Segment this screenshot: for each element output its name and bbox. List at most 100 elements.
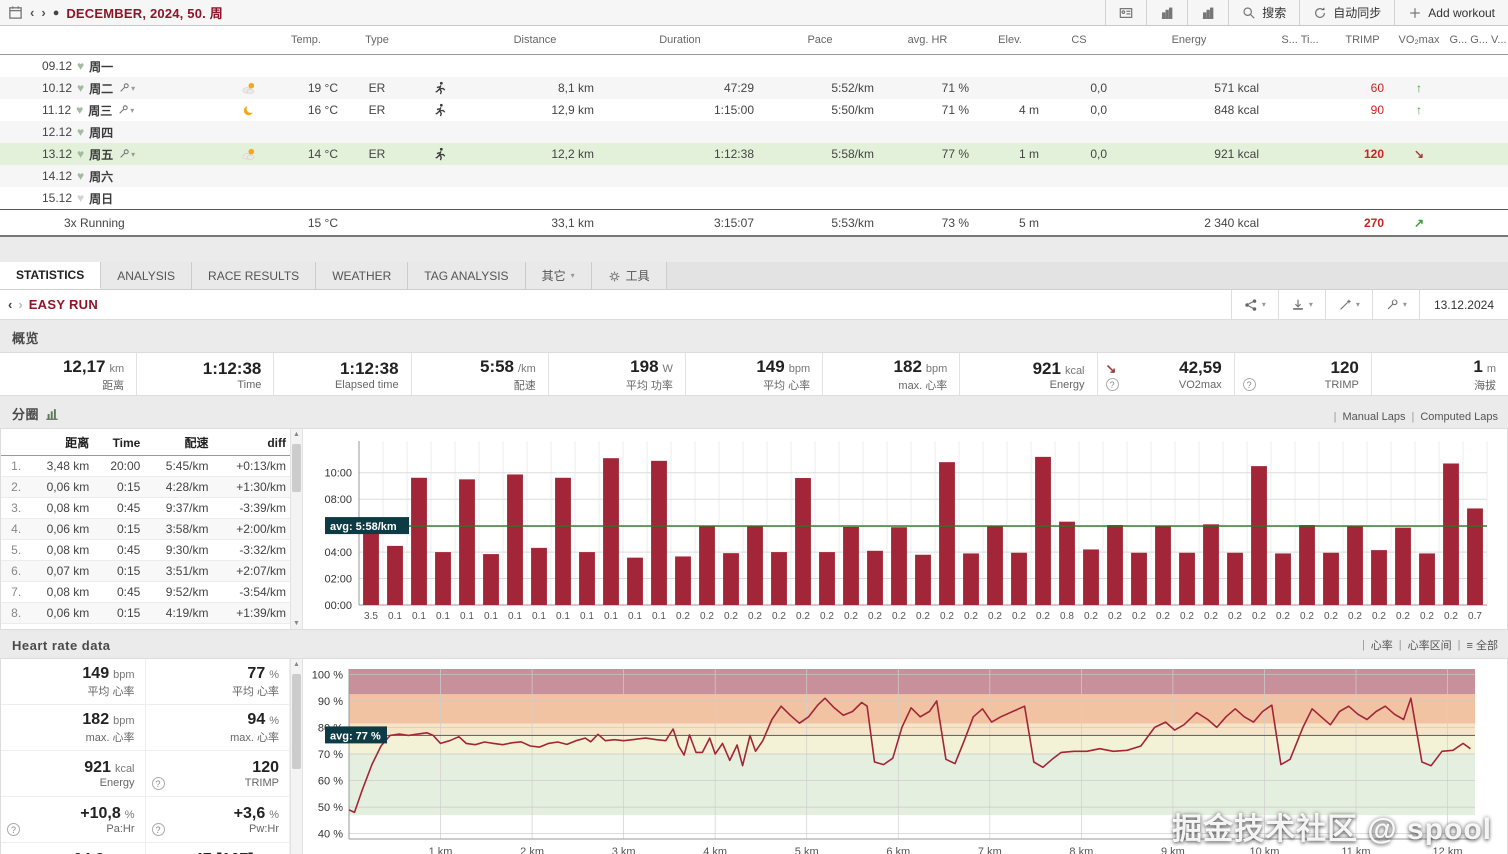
help-icon[interactable]: ? [1106,378,1119,391]
edit-workout-button[interactable]: ▾ [118,148,135,160]
lap-row[interactable]: 2.0,06 km0:154:28/km+1:30/km [1,477,290,498]
energy-cell: 2 340 kcal [1113,216,1265,230]
calendar-icon[interactable] [8,5,23,20]
laps-scrollbar[interactable]: ▲ ▼ [290,429,303,629]
lap-diff: -3:39/km [212,498,290,519]
health-heart-icon[interactable]: ♥ [77,125,84,139]
row-date[interactable]: 11.12 [42,103,71,117]
link-心率[interactable]: 心率 [1371,637,1393,653]
tab-其它[interactable]: 其它▾ [526,262,592,289]
week-table-row[interactable]: 10.12♥周二▾ 19 °C ER 8,1 km 47:29 5:52/km … [0,77,1508,99]
laps-col-header: 距离 [25,429,93,456]
lap-row[interactable]: 4.0,06 km0:153:58/km+2:00/km [1,519,290,540]
lap-row[interactable]: 8.0,06 km0:154:19/km+1:39/km [1,603,290,624]
hr-scrollbar[interactable]: ▲ ▼ [290,659,303,854]
svg-text:0.2: 0.2 [916,611,930,622]
help-icon[interactable]: ? [7,823,20,836]
stat-value: 120 [252,759,279,777]
health-heart-icon[interactable]: ♥ [77,81,84,95]
scroll-up-icon[interactable]: ▲ [291,431,302,438]
prev-activity-button[interactable]: ‹ [8,297,12,312]
tab-analysis[interactable]: ANALYSIS [101,262,192,289]
row-date[interactable]: 09.12 [42,59,72,73]
svg-text:0.1: 0.1 [388,611,402,622]
next-week-button[interactable]: › [41,5,45,20]
elev-cell: 5 m [975,216,1045,230]
lap-row[interactable]: 3.0,08 km0:459:37/km-3:39/km [1,498,290,519]
duration-cell: 47:29 [600,81,760,95]
edit-workout-button[interactable]: ▾ [118,82,135,94]
week-table-row[interactable]: 15.12♥周日 [0,187,1508,209]
help-icon[interactable]: ? [152,823,165,836]
column-header: VO₂max [1390,34,1448,46]
svg-text:0.2: 0.2 [844,611,858,622]
tab-statistics[interactable]: STATISTICS [0,262,101,289]
lap-row[interactable]: 5.0,08 km0:459:30/km-3:32/km [1,540,290,561]
svg-text:0.2: 0.2 [724,611,738,622]
auto-sync-button[interactable]: 自动同步 [1299,0,1394,25]
tab-tag-analysis[interactable]: TAG ANALYSIS [408,262,525,289]
health-heart-icon[interactable]: ♥ [77,59,84,73]
stat-unit: km [110,363,125,375]
sport-cell[interactable] [410,81,470,96]
lap-row[interactable]: 1.3,48 km20:005:45/km+0:13/km [1,456,290,477]
current-period-icon[interactable]: ● [53,7,60,19]
next-activity-button[interactable]: › [18,297,22,312]
lap-row[interactable]: 7.0,08 km0:459:52/km-3:54/km [1,582,290,603]
sport-cell[interactable] [410,147,470,162]
add-workout-button[interactable]: Add workout [1394,0,1508,25]
week-table-row[interactable]: 09.12♥周一 [0,55,1508,77]
scroll-up-icon[interactable]: ▲ [291,661,302,668]
share-button[interactable]: ▾ [1231,290,1278,319]
week-table-row[interactable]: 12.12♥周四 [0,121,1508,143]
link-manual-laps[interactable]: Manual Laps [1342,411,1405,423]
health-heart-icon[interactable]: ♥ [77,147,84,161]
help-icon[interactable]: ? [152,777,165,790]
svg-text:0.2: 0.2 [1156,611,1170,622]
link-computed-laps[interactable]: Computed Laps [1420,411,1498,423]
lap-number: 6. [1,561,25,582]
wand-button[interactable]: ▾ [1325,290,1372,319]
lap-number: 3. [1,498,25,519]
lap-row[interactable]: 6.0,07 km0:153:51/km+2:07/km [1,561,290,582]
health-heart-icon[interactable]: ♥ [76,103,83,117]
tab-weather[interactable]: WEATHER [316,262,408,289]
week-table-row[interactable]: 11.12♥周三▾ 16 °C ER 12,9 km 1:15:00 5:50/… [0,99,1508,121]
download-button[interactable]: ▾ [1278,290,1325,319]
edit-workout-button[interactable]: ▾ [117,104,134,116]
link-全部[interactable]: ≡ 全部 [1467,637,1498,653]
row-date[interactable]: 12.12 [42,125,72,139]
svg-text:0.7: 0.7 [1468,611,1482,622]
view-card-button[interactable] [1105,0,1146,25]
stat-unit: bpm [926,363,947,375]
wrench-button[interactable]: ▾ [1372,290,1419,319]
weekly-chart-button[interactable] [1146,0,1187,25]
row-date[interactable]: 13.12 [42,147,72,161]
help-icon[interactable]: ? [1243,378,1256,391]
link-心率区间[interactable]: 心率区间 [1408,637,1452,653]
sport-cell[interactable] [410,103,470,118]
svg-text:0.2: 0.2 [1396,611,1410,622]
week-table-row[interactable]: 14.12♥周六 [0,165,1508,187]
health-heart-icon[interactable]: ♥ [77,191,84,205]
tab-工具[interactable]: 工具 [592,262,667,289]
row-date[interactable]: 14.12 [42,169,72,183]
heart-rate-chart[interactable]: 1 km2 km3 km4 km5 km6 km7 km8 km9 km10 k… [303,659,1507,854]
activity-date[interactable]: 13.12.2024 [1419,290,1508,319]
row-date[interactable]: 10.12 [42,81,72,95]
scroll-down-icon[interactable]: ▼ [291,620,302,627]
tab-race-results[interactable]: RACE RESULTS [192,262,316,289]
hr-stat-trimp: 120?TRIMP [146,751,291,797]
stat-label: 平均 心率 [87,683,134,699]
health-heart-icon[interactable]: ♥ [77,169,84,183]
search-button[interactable]: 搜索 [1228,0,1299,25]
week-table-row[interactable]: 13.12♥周五▾ 14 °C ER 12,2 km 1:12:38 5:58/… [0,143,1508,165]
monthly-chart-button[interactable] [1187,0,1228,25]
lap-number: 8. [1,603,25,624]
laps-chart-toggle-icon[interactable] [45,406,59,422]
prev-week-button[interactable]: ‹ [30,5,34,20]
row-date[interactable]: 15.12 [42,191,72,205]
svg-text:0.2: 0.2 [1012,611,1026,622]
lap-pace-chart[interactable]: 00:0002:0004:0006:0008:0010:003.50.10.10… [303,429,1507,629]
type-cell: ER [344,147,410,161]
